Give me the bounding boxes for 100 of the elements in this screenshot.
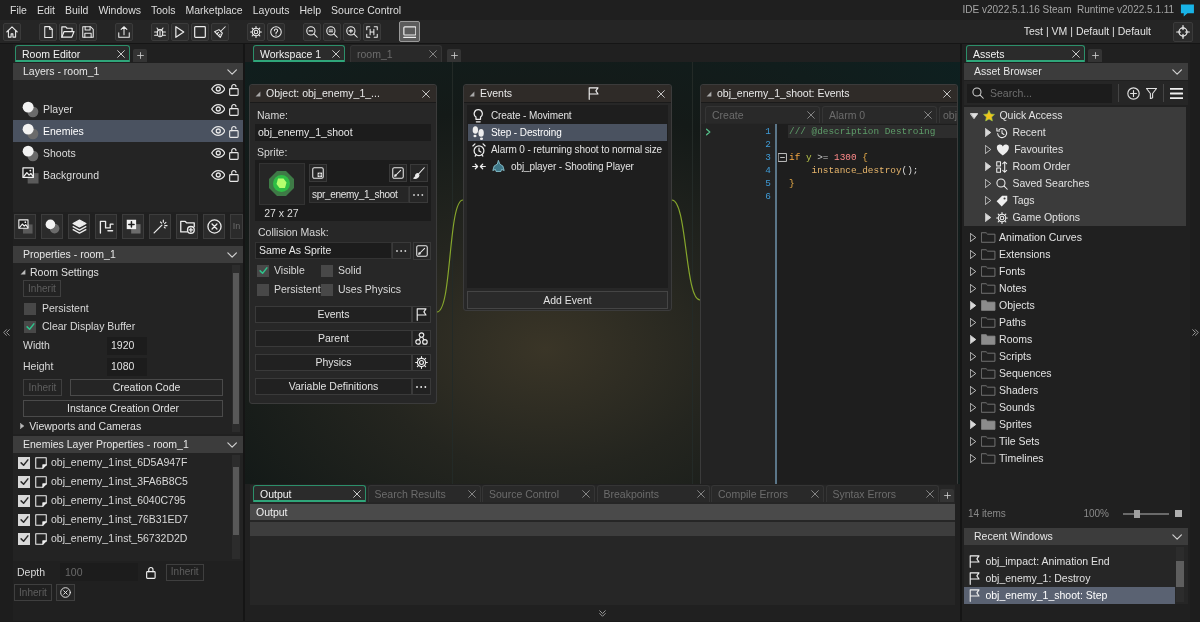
menu-item[interactable]: Tools bbox=[146, 4, 181, 16]
speech-bubble-icon[interactable] bbox=[1180, 3, 1195, 17]
close-icon[interactable] bbox=[925, 490, 934, 498]
event-item[interactable]: Alarm 0 - returning shoot to normal size bbox=[468, 141, 667, 158]
tree-item[interactable]: Paths bbox=[964, 314, 1188, 331]
layers-dropdown[interactable]: Layers - room_1 bbox=[13, 63, 243, 80]
open-button[interactable] bbox=[59, 22, 77, 41]
instance-creation-order-button[interactable]: Instance Creation Order bbox=[23, 400, 223, 417]
menu-item[interactable]: File bbox=[5, 4, 32, 16]
input-field[interactable]: 1080 bbox=[107, 357, 147, 376]
tree-item[interactable]: Quick Access bbox=[964, 107, 1186, 124]
tab[interactable]: Assets bbox=[966, 45, 1085, 62]
collapse-triangle-icon[interactable] bbox=[706, 90, 712, 97]
expand-arrow-icon[interactable] bbox=[970, 233, 977, 242]
fit-button[interactable] bbox=[363, 22, 381, 41]
tab[interactable]: Output bbox=[253, 485, 366, 502]
expand-arrow-icon[interactable] bbox=[985, 213, 992, 222]
collision-mask-field[interactable]: Same As Sprite bbox=[255, 242, 392, 259]
tree-item[interactable]: Sprites bbox=[964, 416, 1188, 433]
variable-definitions-icon-button[interactable] bbox=[412, 378, 431, 395]
menu-item[interactable]: Source Control bbox=[326, 4, 407, 16]
checkbox[interactable] bbox=[18, 456, 30, 469]
expand-arrow-icon[interactable] bbox=[970, 437, 977, 446]
tree-item[interactable]: Sounds bbox=[964, 399, 1188, 416]
recent-windows-dropdown[interactable]: Recent Windows bbox=[964, 528, 1188, 545]
tree-item[interactable]: Animation Curves bbox=[964, 229, 1188, 246]
tree-item[interactable]: Favourites bbox=[964, 141, 1186, 158]
expand-arrow-icon[interactable] bbox=[970, 267, 977, 276]
expand-arrow-icon[interactable] bbox=[985, 196, 992, 205]
layer-tool-button[interactable] bbox=[14, 214, 36, 239]
expand-arrow-icon[interactable] bbox=[970, 112, 979, 119]
physics-icon-button[interactable] bbox=[412, 354, 431, 371]
funnel-icon[interactable] bbox=[1146, 87, 1157, 99]
padlock-open-icon[interactable] bbox=[229, 102, 239, 116]
layer-row[interactable]: Player bbox=[13, 98, 243, 120]
layer-row[interactable]: Background bbox=[13, 164, 243, 186]
collapse-triangle-icon[interactable] bbox=[255, 90, 261, 97]
save-button[interactable] bbox=[79, 22, 97, 41]
menu-item[interactable]: Windows bbox=[93, 4, 146, 16]
eye-icon[interactable] bbox=[210, 84, 226, 94]
more-button[interactable] bbox=[409, 186, 428, 203]
slider-thumb[interactable] bbox=[1133, 509, 1140, 518]
menu-icon[interactable] bbox=[1170, 87, 1183, 99]
variable-definitions-button[interactable]: Variable Definitions bbox=[255, 378, 412, 395]
settings-button[interactable] bbox=[247, 22, 265, 41]
flag-icon[interactable] bbox=[587, 87, 599, 100]
expand-arrow-icon[interactable] bbox=[985, 162, 992, 171]
physics-button[interactable]: Physics bbox=[255, 354, 412, 371]
eye-icon[interactable] bbox=[210, 104, 226, 114]
expand-arrow-icon[interactable] bbox=[970, 403, 977, 412]
menu-item[interactable]: Build bbox=[60, 4, 94, 16]
close-icon[interactable] bbox=[696, 490, 705, 498]
brush-button[interactable] bbox=[410, 163, 428, 182]
close-icon[interactable] bbox=[467, 490, 476, 498]
tree-item[interactable]: Fonts bbox=[964, 263, 1188, 280]
close-icon[interactable] bbox=[811, 490, 819, 498]
close-icon[interactable] bbox=[582, 490, 590, 498]
expand-arrow-icon[interactable] bbox=[985, 145, 992, 154]
event-item[interactable]: Create - Moviment bbox=[468, 107, 667, 124]
padlock-open-icon[interactable] bbox=[229, 168, 239, 182]
close-icon[interactable] bbox=[943, 89, 951, 98]
expand-arrow-icon[interactable] bbox=[970, 284, 977, 293]
scrollbar[interactable] bbox=[1176, 547, 1184, 602]
clean-button[interactable] bbox=[211, 22, 229, 41]
menu-item[interactable]: Help bbox=[294, 4, 327, 16]
checkbox[interactable] bbox=[321, 283, 333, 296]
edit-mask-button[interactable] bbox=[413, 242, 431, 260]
double-chevron-down-icon[interactable] bbox=[599, 609, 606, 617]
tree-item[interactable]: Sequences bbox=[964, 365, 1188, 382]
scrollbar[interactable] bbox=[232, 455, 240, 559]
properties-dropdown[interactable]: Properties - room_1 bbox=[13, 246, 243, 263]
sprite-field[interactable]: spr_enemy_1_shoot bbox=[309, 186, 409, 203]
zoom-out-button[interactable] bbox=[303, 22, 321, 41]
checkbox[interactable] bbox=[257, 283, 269, 296]
new-tab-button[interactable] bbox=[940, 489, 954, 502]
expand-arrow-icon[interactable] bbox=[20, 423, 25, 429]
input-field[interactable]: 1920 bbox=[107, 336, 147, 355]
debug-button[interactable] bbox=[151, 22, 169, 41]
collapse-triangle-icon[interactable] bbox=[469, 90, 475, 97]
search-field[interactable]: Search... bbox=[967, 83, 1112, 103]
export-button[interactable] bbox=[115, 22, 133, 41]
new-file-button[interactable] bbox=[39, 22, 57, 41]
tree-item[interactable]: Rooms bbox=[964, 331, 1188, 348]
tab[interactable]: Workspace 1 bbox=[253, 45, 345, 62]
close-icon[interactable] bbox=[429, 50, 437, 58]
expand-arrow-icon[interactable] bbox=[985, 128, 992, 137]
expand-arrow-icon[interactable] bbox=[970, 386, 977, 395]
close-icon[interactable] bbox=[807, 111, 815, 119]
zoom-in-button[interactable] bbox=[343, 22, 361, 41]
tree-item[interactable]: Recent bbox=[964, 124, 1186, 141]
expand-arrow-icon[interactable] bbox=[970, 369, 977, 378]
minus-box-icon[interactable] bbox=[778, 153, 787, 162]
eye-icon[interactable] bbox=[210, 148, 226, 158]
checkbox[interactable] bbox=[321, 264, 333, 277]
double-chevron-left-icon[interactable] bbox=[3, 329, 10, 336]
checkbox[interactable] bbox=[257, 264, 269, 277]
asset-browser-dropdown[interactable]: Asset Browser bbox=[964, 63, 1188, 80]
checkbox[interactable] bbox=[18, 475, 30, 488]
device-button[interactable] bbox=[399, 21, 420, 42]
parent-icon-button[interactable] bbox=[412, 330, 431, 347]
